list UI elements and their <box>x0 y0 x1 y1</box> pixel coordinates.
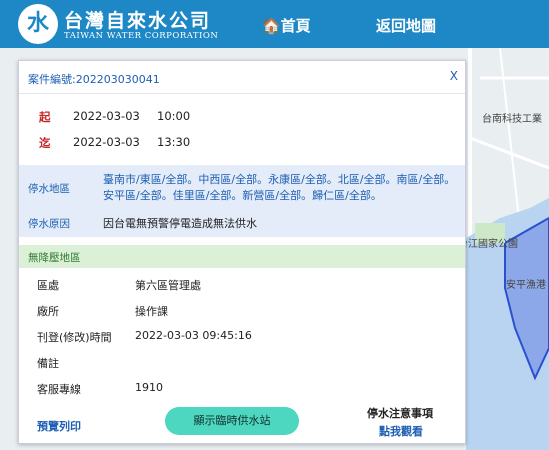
info-row-posted-time: 刊登(修改)時間 2022-03-03 09:45:16 <box>19 327 465 347</box>
notice-view-link[interactable]: 點我觀看 <box>379 423 423 439</box>
nav-home-link[interactable]: 🏠首頁 <box>262 15 311 36</box>
info-value: 第六區管理處 <box>135 279 201 292</box>
close-icon[interactable]: X <box>450 69 458 83</box>
info-label: 區處 <box>37 279 59 292</box>
outage-area-section: 停水地區 臺南市/東區/全部。中西區/全部。永康區/全部。北區/全部。南區/全部… <box>19 165 465 237</box>
area-label: 停水地區 <box>28 183 70 195</box>
top-header: 水 台灣自來水公司 TAIWAN WATER CORPORATION 🏠首頁 返… <box>0 0 549 48</box>
brand-name-en: TAIWAN WATER CORPORATION <box>64 31 219 41</box>
start-time-row: 起 2022-03-03 10:00 <box>19 106 465 128</box>
start-key: 起 <box>39 110 51 124</box>
info-row-office: 廠所 操作課 <box>19 301 465 321</box>
case-header: 案件編號:202203030041 X <box>19 61 465 94</box>
info-label: 客服專線 <box>37 383 81 396</box>
info-label: 備註 <box>37 357 59 370</box>
brand-name-zh: 台灣自來水公司 <box>64 10 212 32</box>
info-row-district: 區處 第六區管理處 <box>19 275 465 295</box>
no-pressure-area-section: 無降壓地區 <box>19 245 465 268</box>
no-pressure-label: 無降壓地區 <box>28 252 81 264</box>
info-row-remarks: 備註 <box>19 353 465 373</box>
info-value: 2022-03-03 09:45:16 <box>135 329 252 342</box>
map-label: 安平漁港 <box>506 280 546 291</box>
area-text: 臺南市/東區/全部。中西區/全部。永康區/全部。北區/全部。南區/全部。安平區/… <box>103 173 456 202</box>
info-label: 刊登(修改)時間 <box>37 331 112 344</box>
start-time: 10:00 <box>157 109 191 123</box>
end-key: 迄 <box>39 136 51 150</box>
notice-title: 停水注意事項 <box>367 407 433 420</box>
info-label: 廠所 <box>37 305 59 318</box>
start-date: 2022-03-03 <box>73 109 140 123</box>
info-value: 1910 <box>135 381 163 394</box>
logo-glyph: 水 <box>26 11 49 36</box>
info-row-hotline: 客服專線 1910 <box>19 379 465 399</box>
print-preview-link[interactable]: 預覽列印 <box>37 418 81 434</box>
info-value: 操作課 <box>135 305 168 318</box>
end-time: 13:30 <box>157 135 191 149</box>
reason-text: 因台電無預警停電造成無法供水 <box>103 217 257 230</box>
nav-back-to-map-link[interactable]: 返回地圖 <box>376 15 436 36</box>
map-label: 台南科技工業 <box>482 114 542 125</box>
outage-info-popup: 案件編號:202203030041 X 起 2022-03-03 10:00 迄… <box>18 60 466 444</box>
end-time-row: 迄 2022-03-03 13:30 <box>19 132 465 154</box>
show-temporary-water-stations-button[interactable]: 顯示臨時供水站 <box>165 407 299 435</box>
reason-label: 停水原因 <box>28 218 70 230</box>
case-number: 案件編號:202203030041 <box>28 73 160 86</box>
company-logo[interactable]: 水 <box>18 4 58 44</box>
end-date: 2022-03-03 <box>73 135 140 149</box>
map-label: 台江國家公園 <box>458 239 518 250</box>
